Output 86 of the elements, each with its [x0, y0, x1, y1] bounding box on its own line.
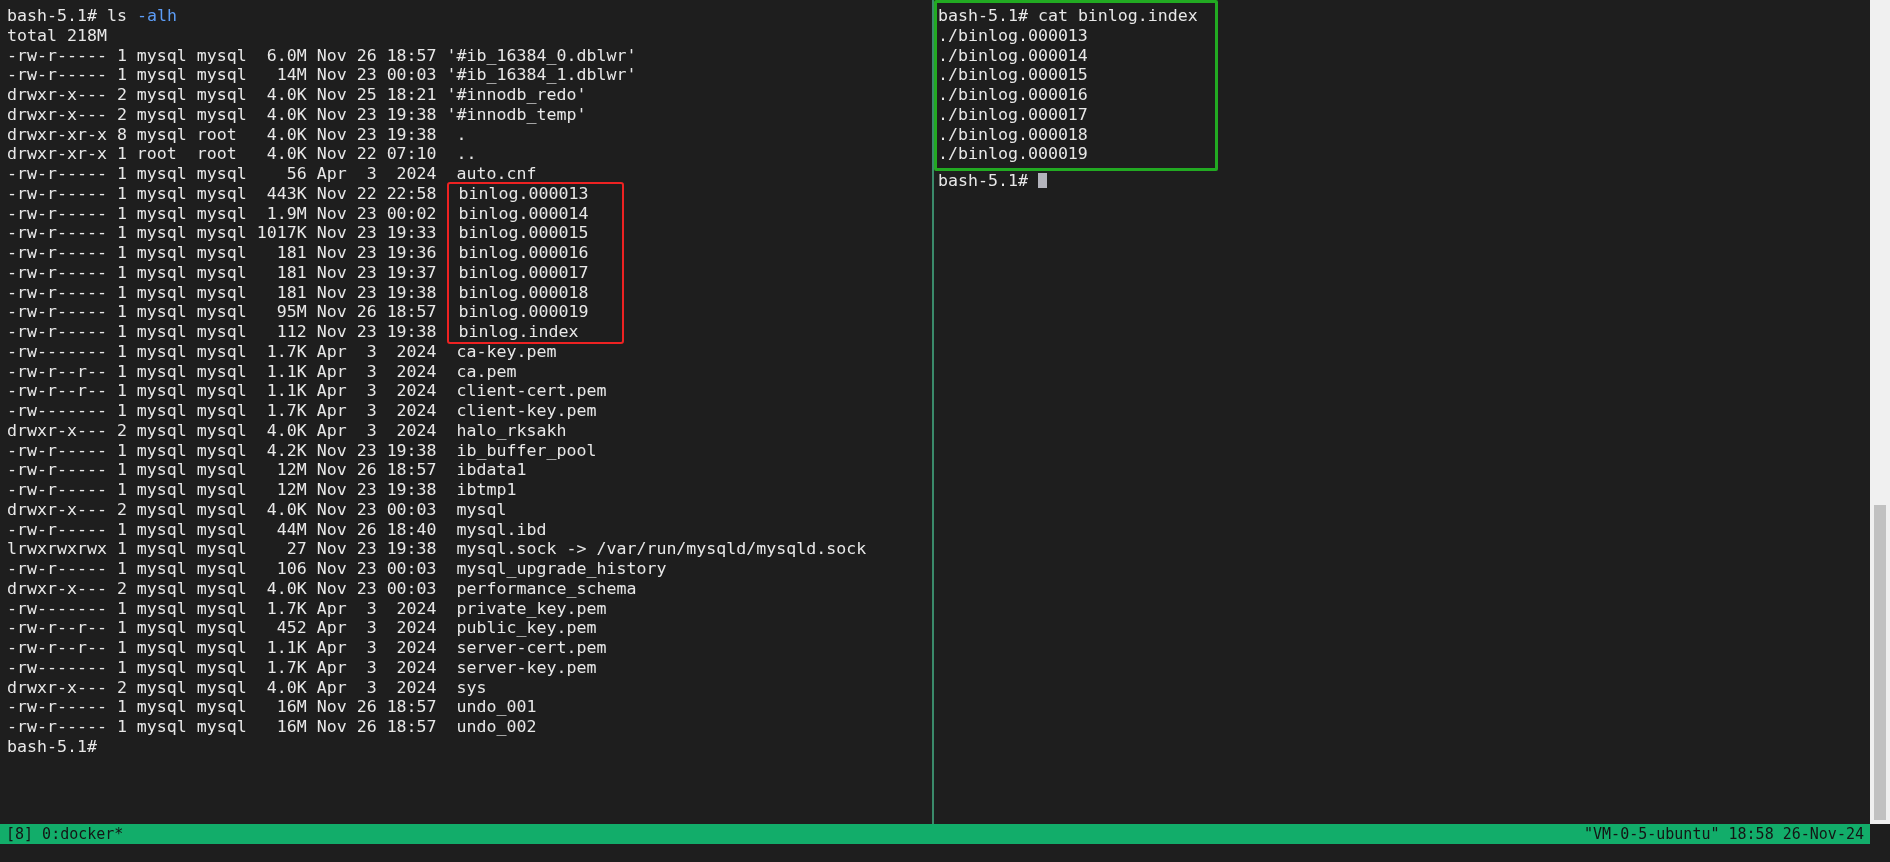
- file-name: ibdata1: [455, 460, 528, 480]
- file-name: mysql.sock -> /var/run/mysqld/mysqld.sock: [455, 539, 867, 559]
- file-details: drwxr-x--- 2 mysql mysql 4.0K Nov 23 00:03: [7, 499, 437, 520]
- file-name: '#ib_16384_1.dblwr': [446, 65, 637, 85]
- file-name: mysql.ibd: [455, 519, 548, 540]
- file-name: '#innodb_redo': [446, 85, 588, 105]
- file-details: -rw-r----- 1 mysql mysql 12M Nov 26 18:57: [7, 460, 437, 480]
- file-name: server-key.pem: [455, 657, 598, 678]
- file-name: client-cert.pem: [455, 381, 608, 401]
- file-details: -rw-r--r-- 1 mysql mysql 452 Apr 3 2024: [7, 618, 437, 638]
- output-line: ./binlog.000019: [938, 144, 1089, 164]
- file-details: drwxr-xr-x 1 root root 4.0K Nov 22 07:10: [7, 144, 437, 164]
- file-name: binlog.000017: [457, 262, 589, 283]
- file-name: ..: [455, 144, 478, 164]
- output-line: ./binlog.000014: [938, 45, 1089, 66]
- file-details: lrwxrwxrwx 1 mysql mysql 27 Nov 23 19:38: [7, 539, 437, 559]
- file-details: drwxr-x--- 2 mysql mysql 4.0K Nov 23 19:38: [7, 104, 437, 125]
- file-name: ibtmp1: [455, 480, 518, 500]
- file-name: undo_001: [455, 697, 538, 717]
- file-details: -rw-r----- 1 mysql mysql 16M Nov 26 18:57: [7, 697, 437, 717]
- file-name: sys: [455, 677, 488, 698]
- file-name: binlog.000019: [457, 302, 589, 322]
- file-details: -rw------- 1 mysql mysql 1.7K Apr 3 2024: [7, 341, 437, 362]
- file-details: -rw-r----- 1 mysql mysql 106 Nov 23 00:03: [7, 559, 437, 579]
- file-name: ib_buffer_pool: [455, 440, 598, 461]
- shell-prompt: bash-5.1#: [938, 171, 1028, 190]
- file-name: binlog.000015: [457, 223, 589, 243]
- file-name: auto.cnf: [455, 164, 538, 184]
- file-name: '#ib_16384_0.dblwr': [446, 45, 637, 66]
- file-details: -rw-r----- 1 mysql mysql 12M Nov 23 19:38: [7, 480, 437, 500]
- file-name: '#innodb_temp': [446, 104, 588, 125]
- file-name: binlog.000016: [457, 243, 589, 263]
- scrollbar-thumb[interactable]: [1874, 505, 1886, 820]
- file-details: -rw-r--r-- 1 mysql mysql 1.1K Apr 3 2024: [7, 361, 437, 382]
- command-line: bash-5.1# ls -alh: [7, 6, 178, 26]
- output-line: ./binlog.000016: [938, 85, 1089, 105]
- file-details: -rw-r----- 1 mysql mysql 181 Nov 23 19:37: [7, 262, 437, 283]
- file-details: -rw-r----- 1 mysql mysql 1.9M Nov 23 00:02: [7, 203, 437, 224]
- file-name: public_key.pem: [455, 618, 598, 638]
- file-details: -rw------- 1 mysql mysql 1.7K Apr 3 2024: [7, 657, 437, 678]
- shell-prompt: bash-5.1#: [7, 736, 97, 756]
- file-details: -rw-r----- 1 mysql mysql 181 Nov 23 19:36: [7, 243, 437, 263]
- file-name: ca-key.pem: [455, 341, 558, 362]
- file-name: binlog.000013: [457, 183, 589, 204]
- file-name: binlog.index: [457, 322, 580, 342]
- file-name: client-key.pem: [455, 401, 598, 421]
- file-details: -rw-r--r-- 1 mysql mysql 1.1K Apr 3 2024: [7, 381, 437, 401]
- file-details: -rw-r----- 1 mysql mysql 14M Nov 23 00:03: [7, 65, 437, 85]
- file-details: drwxr-x--- 2 mysql mysql 4.0K Apr 3 2024: [7, 420, 437, 441]
- file-details: drwxr-x--- 2 mysql mysql 4.0K Nov 23 00:03: [7, 578, 437, 599]
- file-details: -rw-r----- 1 mysql mysql 112 Nov 23 19:38: [7, 322, 437, 342]
- file-details: -rw-r----- 1 mysql mysql 56 Apr 3 2024: [7, 164, 437, 184]
- file-name: .: [455, 124, 468, 145]
- file-name: private_key.pem: [455, 598, 608, 619]
- host-clock: "VM-0-5-ubuntu" 18:58 26-Nov-24: [1584, 824, 1864, 844]
- output-line: ./binlog.000013: [938, 25, 1089, 46]
- output-line: total 218M: [7, 25, 108, 46]
- file-name: performance_schema: [455, 578, 638, 599]
- file-name: undo_002: [455, 717, 538, 737]
- file-details: -rw-r----- 1 mysql mysql 95M Nov 26 18:57: [7, 302, 437, 322]
- file-details: drwxr-x--- 2 mysql mysql 4.0K Apr 3 2024: [7, 677, 437, 698]
- file-details: -rw-r----- 1 mysql mysql 443K Nov 22 22:58: [7, 183, 437, 204]
- file-details: -rw-r--r-- 1 mysql mysql 1.1K Apr 3 2024: [7, 638, 437, 658]
- file-details: -rw------- 1 mysql mysql 1.7K Apr 3 2024: [7, 598, 437, 619]
- output-line: ./binlog.000015: [938, 65, 1089, 85]
- file-name: binlog.000018: [457, 282, 589, 303]
- file-name: mysql_upgrade_history: [455, 559, 668, 579]
- file-name: mysql: [455, 499, 508, 520]
- command-line: bash-5.1# cat binlog.index: [938, 6, 1199, 26]
- file-name: ca.pem: [455, 361, 518, 382]
- file-details: drwxr-x--- 2 mysql mysql 4.0K Nov 25 18:21: [7, 85, 437, 105]
- file-details: -rw-r----- 1 mysql mysql 4.2K Nov 23 19:38: [7, 440, 437, 461]
- file-details: -rw-r----- 1 mysql mysql 44M Nov 26 18:40: [7, 519, 437, 540]
- file-details: -rw-r----- 1 mysql mysql 1017K Nov 23 19:33: [7, 223, 437, 243]
- output-line: ./binlog.000018: [938, 124, 1089, 145]
- file-details: -rw-r----- 1 mysql mysql 16M Nov 26 18:57: [7, 717, 437, 737]
- output-line: ./binlog.000017: [938, 104, 1089, 125]
- file-name: binlog.000014: [457, 203, 589, 224]
- session-label: [8] 0:docker*: [6, 824, 124, 844]
- file-details: -rw-r----- 1 mysql mysql 6.0M Nov 26 18:57: [7, 45, 437, 66]
- file-name: halo_rksakh: [455, 420, 568, 441]
- file-details: -rw-r----- 1 mysql mysql 181 Nov 23 19:38: [7, 282, 437, 303]
- file-details: drwxr-xr-x 8 mysql root 4.0K Nov 23 19:38: [7, 124, 437, 145]
- scrollbar[interactable]: [1870, 0, 1890, 824]
- file-name: server-cert.pem: [455, 638, 608, 658]
- file-details: -rw------- 1 mysql mysql 1.7K Apr 3 2024: [7, 401, 437, 421]
